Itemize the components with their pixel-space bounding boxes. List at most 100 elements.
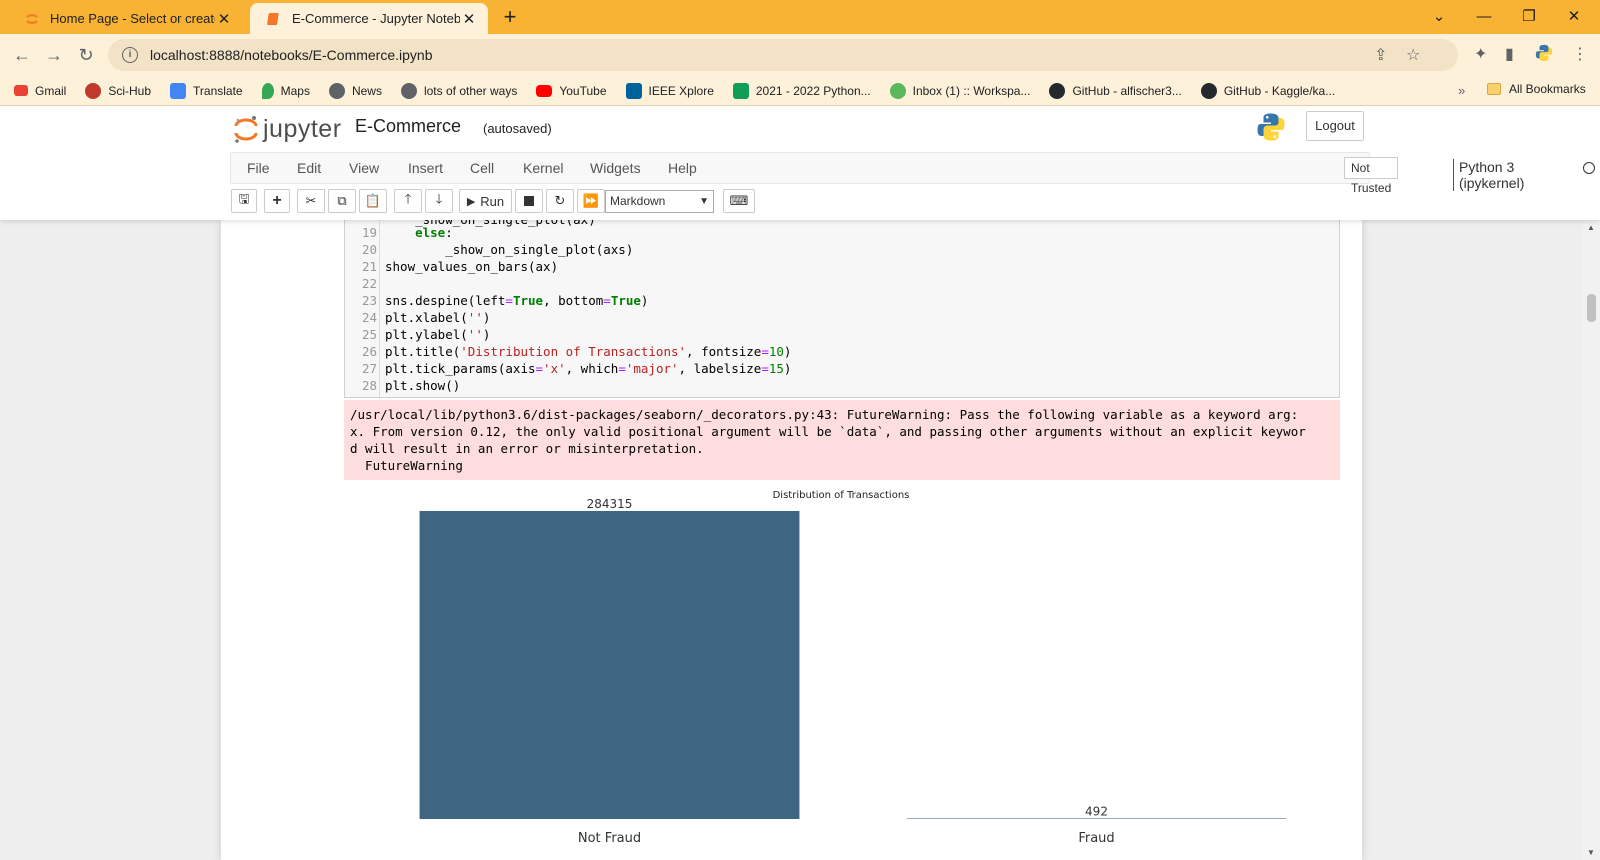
scissors-icon: ✂ bbox=[305, 193, 317, 208]
logout-button[interactable]: Logout bbox=[1306, 111, 1364, 141]
profile-python-icon[interactable] bbox=[1535, 44, 1553, 67]
autosave-status: (autosaved) bbox=[483, 121, 552, 136]
browser-tab-notebook[interactable]: E-Commerce - Jupyter Noteboo ✕ bbox=[250, 3, 488, 34]
tab-title: Home Page - Select or create a n bbox=[50, 11, 215, 26]
paste-icon: 📋 bbox=[364, 193, 382, 208]
code-line: 27 plt.tick_params(axis='x', which='major… bbox=[361, 361, 792, 376]
scroll-down-icon[interactable]: ▼ bbox=[1587, 848, 1595, 857]
browser-menu-icon[interactable]: ⋮ bbox=[1572, 44, 1588, 64]
menu-kernel[interactable]: Kernel bbox=[523, 160, 563, 176]
ieee-icon bbox=[625, 82, 642, 99]
bookmark-scihub[interactable]: Sci-Hub bbox=[85, 82, 151, 99]
address-bar[interactable]: i localhost:8888/notebooks/E-Commerce.ip… bbox=[108, 39, 1458, 71]
bookmark-ieee[interactable]: IEEE Xplore bbox=[625, 82, 714, 99]
arrow-down-icon: 🡓 bbox=[435, 191, 443, 206]
menu-help[interactable]: Help bbox=[668, 160, 697, 176]
interrupt-button[interactable] bbox=[515, 189, 543, 213]
jupyter-favicon bbox=[24, 11, 40, 27]
code-line: 24 plt.xlabel('') bbox=[361, 310, 491, 325]
vertical-scrollbar[interactable]: ▲ ▼ bbox=[1583, 220, 1600, 860]
sheets-icon bbox=[732, 82, 749, 99]
menu-edit[interactable]: Edit bbox=[297, 160, 321, 176]
bookmark-maps[interactable]: Maps bbox=[261, 82, 310, 99]
code-line: 26 plt.title('Distribution of Transaction… bbox=[361, 344, 792, 359]
back-arrow-icon[interactable]: ← bbox=[10, 43, 34, 67]
move-up-button[interactable]: 🡑 bbox=[394, 189, 422, 213]
paste-button[interactable]: 📋 bbox=[359, 189, 387, 213]
forward-arrow-icon[interactable]: → bbox=[42, 43, 66, 67]
insert-cell-button[interactable]: + bbox=[264, 189, 290, 213]
restore-button[interactable]: ❐ bbox=[1514, 4, 1544, 30]
gmail-icon bbox=[14, 85, 28, 96]
save-button[interactable]: 🖫 bbox=[231, 189, 257, 213]
menu-view[interactable]: View bbox=[349, 160, 379, 176]
move-down-button[interactable]: 🡓 bbox=[425, 189, 453, 213]
share-icon[interactable]: ⇪ bbox=[1374, 45, 1387, 65]
extensions-icon[interactable]: ✦ bbox=[1474, 44, 1487, 64]
cell-type-select[interactable]: Markdown ▼ bbox=[605, 190, 714, 213]
jupyter-logo-icon bbox=[234, 116, 258, 143]
copy-icon: ⧉ bbox=[337, 193, 347, 208]
warning-line: /usr/local/lib/python3.6/dist-packages/s… bbox=[350, 407, 1299, 422]
menu-file[interactable]: File bbox=[247, 160, 270, 176]
bookmark-github-kaggle[interactable]: GitHub - Kaggle/ka... bbox=[1200, 82, 1335, 99]
more-bookmarks-icon[interactable]: » bbox=[1458, 83, 1465, 98]
bar-not-fraud bbox=[419, 511, 800, 819]
menu-cell[interactable]: Cell bbox=[470, 160, 494, 176]
trust-badge[interactable]: Not Trusted bbox=[1344, 157, 1399, 195]
bookmark-youtube[interactable]: YouTube bbox=[536, 84, 607, 98]
command-palette-button[interactable]: ⌨ bbox=[723, 189, 755, 213]
jupyter-logo[interactable]: jupyter bbox=[233, 114, 342, 144]
bookmark-news[interactable]: News bbox=[328, 82, 382, 99]
site-info-icon[interactable]: i bbox=[122, 47, 138, 63]
notebook-container: _show_on_single_plot(ax) 19 else: 20 _sh… bbox=[221, 220, 1362, 860]
scroll-up-icon[interactable]: ▲ bbox=[1587, 223, 1595, 232]
copy-button[interactable]: ⧉ bbox=[328, 189, 356, 213]
run-button[interactable]: ▶ Run bbox=[459, 189, 512, 213]
code-line: 23 sns.despine(left=True, bottom=True) bbox=[361, 293, 649, 308]
keyboard-icon: ⌨ bbox=[729, 193, 749, 208]
scihub-icon bbox=[85, 82, 102, 99]
value-label: 284315 bbox=[587, 497, 633, 511]
menu-widgets[interactable]: Widgets bbox=[590, 160, 641, 176]
restart-run-all-button[interactable]: ⏩ bbox=[577, 189, 605, 213]
notebook-favicon bbox=[266, 11, 282, 27]
python-logo-icon bbox=[1256, 112, 1286, 147]
mail-icon bbox=[889, 82, 906, 99]
bookmark-python-sheet[interactable]: 2021 - 2022 Python... bbox=[732, 82, 871, 99]
menu-insert[interactable]: Insert bbox=[408, 160, 443, 176]
kernel-name[interactable]: Python 3 (ipykernel) bbox=[1453, 159, 1524, 191]
new-tab-button[interactable]: + bbox=[497, 5, 523, 31]
menu-bar: File Edit View Insert Cell Kernel Widget… bbox=[230, 152, 1595, 195]
play-icon: ▶ bbox=[466, 195, 476, 208]
bookmark-github-alfischer[interactable]: GitHub - alfischer3... bbox=[1049, 82, 1182, 99]
bookmark-star-icon[interactable]: ☆ bbox=[1406, 45, 1420, 65]
reload-icon[interactable]: ↻ bbox=[74, 43, 98, 67]
translate-icon bbox=[170, 82, 187, 99]
restart-button[interactable]: ↻ bbox=[546, 189, 574, 213]
scrollbar-thumb[interactable] bbox=[1587, 294, 1596, 322]
all-bookmarks[interactable]: All Bookmarks bbox=[1487, 82, 1586, 96]
x-tick-label: Not Fraud bbox=[578, 831, 641, 846]
browser-tab-home[interactable]: Home Page - Select or create a n ✕ bbox=[8, 3, 243, 34]
tab-search-icon[interactable]: ⌄ bbox=[1424, 4, 1454, 30]
cut-button[interactable]: ✂ bbox=[297, 189, 325, 213]
browser-tab-strip: Home Page - Select or create a n ✕ E-Com… bbox=[0, 0, 1600, 34]
code-cell-editor[interactable]: _show_on_single_plot(ax) 19 else: 20 _sh… bbox=[344, 220, 1340, 398]
jupyter-header: jupyter E-Commerce (autosaved) Logout Fi… bbox=[0, 106, 1600, 220]
globe-icon bbox=[328, 82, 345, 99]
bars-group: 284315 Not Fraud 492 Fraud bbox=[419, 497, 1287, 846]
minimize-button[interactable]: — bbox=[1469, 4, 1499, 30]
bookmark-inbox[interactable]: Inbox (1) :: Workspa... bbox=[889, 82, 1030, 99]
bookmark-translate[interactable]: Translate bbox=[170, 82, 243, 99]
warning-line: x. From version 0.12, the only valid pos… bbox=[350, 424, 1306, 439]
globe-icon bbox=[400, 82, 417, 99]
bookmark-gmail[interactable]: Gmail bbox=[14, 84, 66, 98]
close-window-button[interactable]: ✕ bbox=[1559, 4, 1589, 30]
bookmark-lots-of-other-ways[interactable]: lots of other ways bbox=[400, 82, 517, 99]
close-tab-icon[interactable]: ✕ bbox=[460, 10, 478, 28]
side-panel-icon[interactable]: ▮ bbox=[1505, 44, 1514, 64]
notebook-name[interactable]: E-Commerce bbox=[355, 116, 461, 137]
value-label: 492 bbox=[1085, 804, 1108, 818]
close-tab-icon[interactable]: ✕ bbox=[215, 10, 233, 28]
